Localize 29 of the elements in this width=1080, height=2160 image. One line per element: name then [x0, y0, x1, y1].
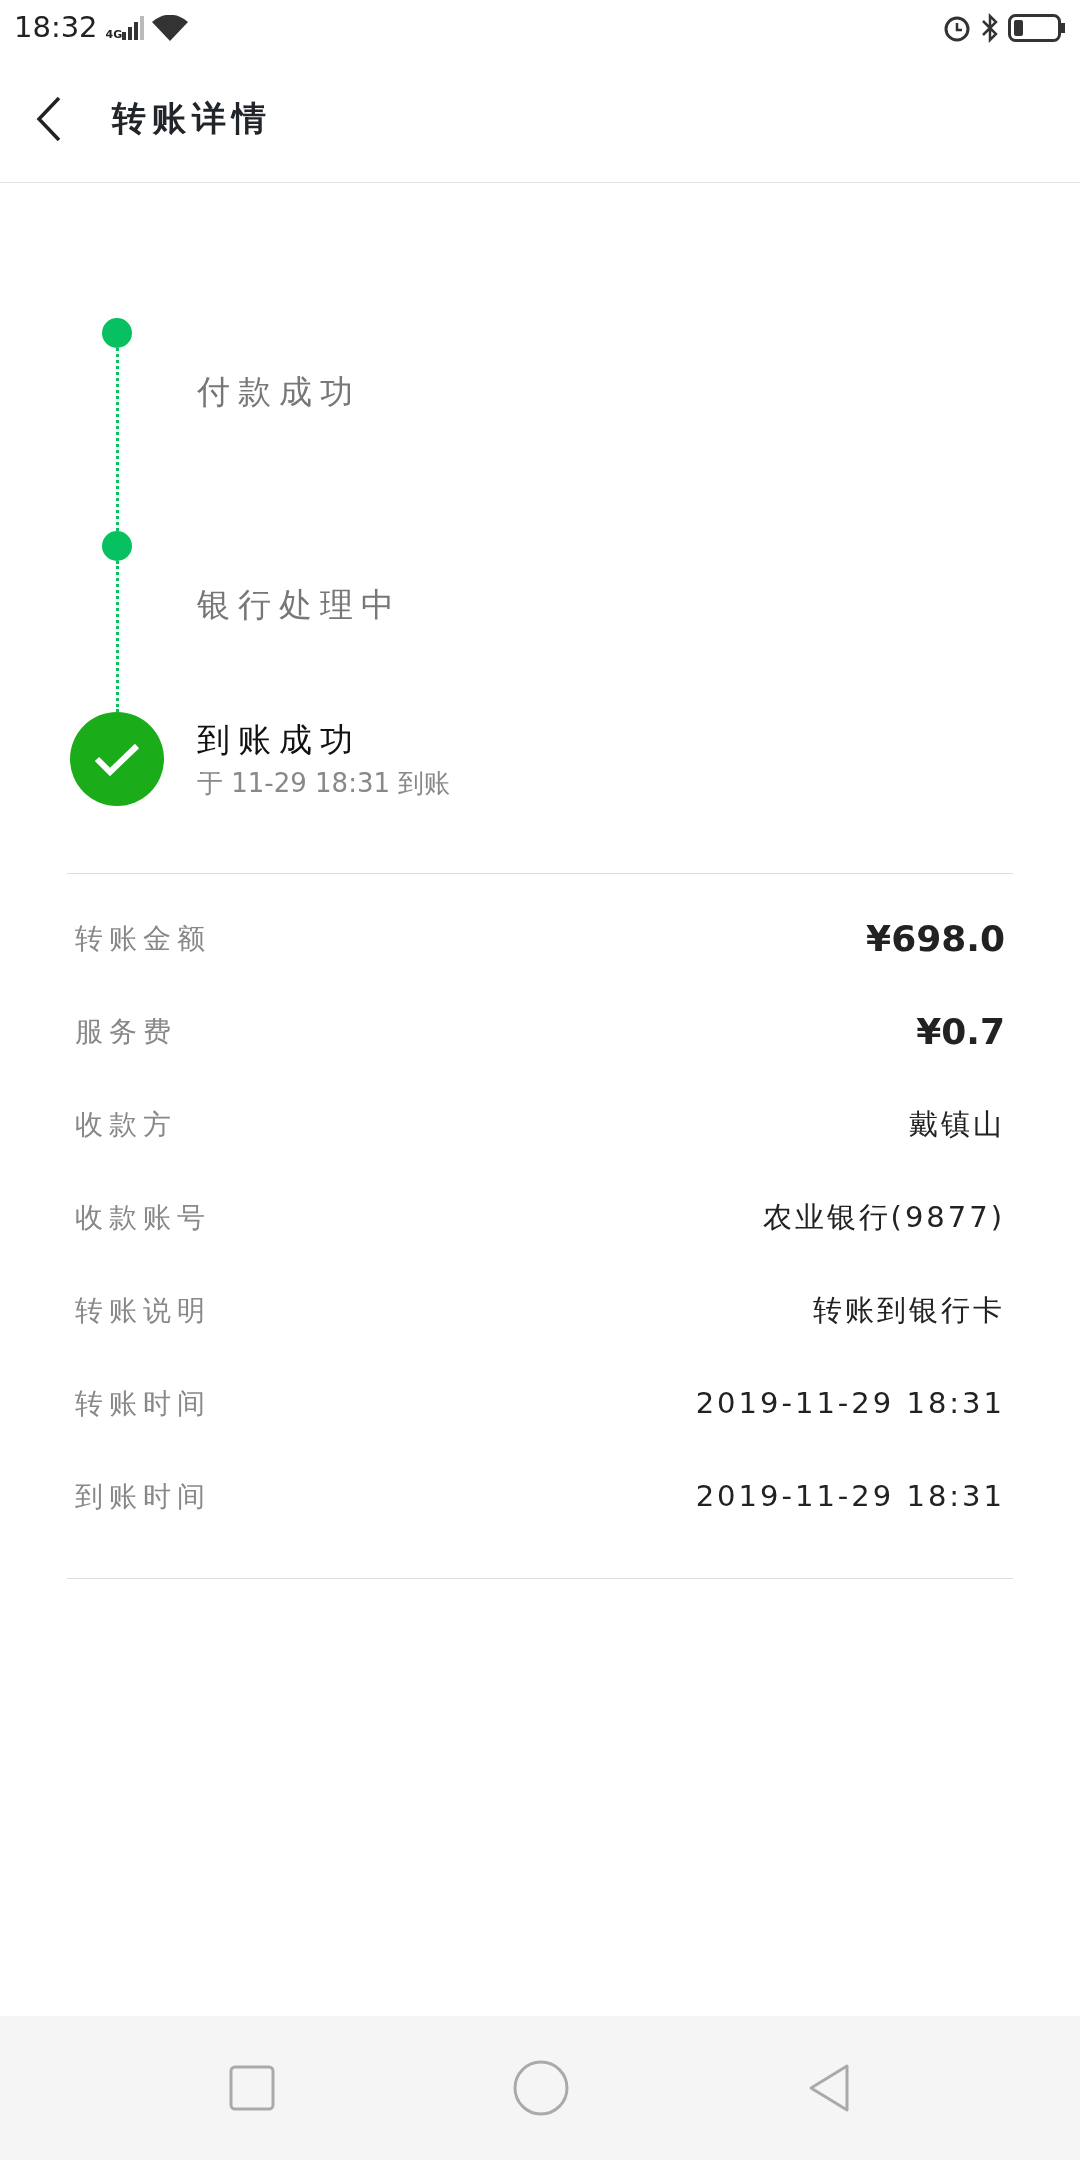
detail-label: 收款方: [75, 1106, 177, 1143]
detail-value: ¥0.7: [916, 1009, 1005, 1054]
back-button[interactable]: [807, 2063, 851, 2113]
detail-value: ¥698.0: [866, 916, 1005, 961]
detail-label: 服务费: [75, 1013, 177, 1050]
page-title: 转账详情: [112, 97, 272, 140]
step-title: 银行处理中: [197, 583, 402, 626]
detail-label: 到账时间: [75, 1478, 211, 1515]
back-icon[interactable]: [36, 95, 62, 142]
recents-button[interactable]: [229, 2065, 275, 2111]
detail-label: 转账时间: [75, 1385, 211, 1422]
home-button[interactable]: [513, 2060, 569, 2116]
detail-value: 2019-11-29 18:31: [695, 1384, 1005, 1422]
battery-icon: [1008, 13, 1066, 42]
signal-icon: [122, 15, 145, 40]
wifi-icon: [152, 14, 189, 41]
detail-label: 转账金额: [75, 920, 211, 957]
detail-value: 农业银行(9877): [762, 1198, 1005, 1236]
detail-value: 2019-11-29 18:31: [695, 1477, 1005, 1515]
detail-value: 戴镇山: [909, 1105, 1005, 1143]
step-subtitle: 于 11-29 18:31 到账: [197, 767, 451, 801]
detail-label: 收款账号: [75, 1199, 211, 1236]
detail-label: 转账说明: [75, 1292, 211, 1329]
bluetooth-icon: [980, 12, 1000, 43]
step-title: 付款成功: [197, 370, 361, 413]
status-time: 18:32: [14, 8, 98, 46]
network-label: 4G: [105, 28, 123, 40]
detail-value: 转账到银行卡: [813, 1291, 1005, 1329]
step-title: 到账成功: [197, 718, 362, 761]
